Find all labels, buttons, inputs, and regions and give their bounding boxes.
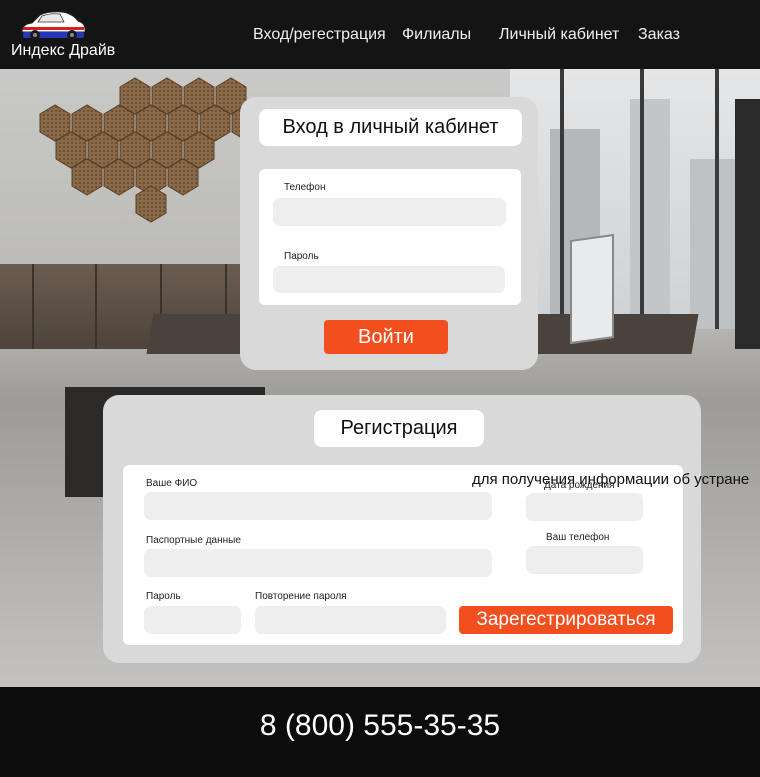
site-logo[interactable]: Индекс Драйв [10,6,120,64]
site-header: Индекс Драйв Вход/регестрация Филиалы Ли… [0,0,760,69]
passport-label: Паспортные данные [146,535,241,546]
reg-password-label: Пароль [146,591,181,602]
footer-phone[interactable]: 8 (800) 555-35-35 [0,709,760,743]
login-form-panel: Телефон Пароль [259,169,521,305]
login-phone-input[interactable] [273,198,506,226]
login-phone-label: Телефон [284,182,326,193]
registration-form-panel: Ваше ФИО Паспортные данные Пароль Повтор… [123,465,683,645]
repeat-password-input[interactable] [255,606,446,634]
registration-title: Регистрация [314,410,484,447]
login-password-input[interactable] [273,266,505,293]
nav-order[interactable]: Заказ [638,26,680,44]
repeat-password-label: Повторение пароля [255,591,347,602]
registration-card: Регистрация Ваше ФИО Паспортные данные П… [103,395,701,663]
nav-login-register[interactable]: Вход/регестрация [253,26,386,44]
reg-phone-label: Ваш телефон [546,532,610,543]
login-card: Вход в личный кабинет Телефон Пароль Вой… [240,97,538,370]
passport-input[interactable] [144,549,492,577]
fio-label: Ваше ФИО [146,478,198,489]
car-logo-icon [21,11,86,40]
nav-personal-account[interactable]: Личный кабинет [499,26,619,44]
site-footer: 8 (800) 555-35-35 [0,687,760,777]
nav-branches[interactable]: Филиалы [402,26,471,44]
fio-input[interactable] [144,492,492,520]
reg-password-input[interactable] [144,606,241,634]
register-submit-button[interactable]: Зарегестрироваться [459,606,673,634]
overflowing-info-text: для получения информации об устране [472,471,750,488]
login-submit-button[interactable]: Войти [324,320,448,354]
birth-date-input[interactable] [526,493,643,521]
reg-phone-input[interactable] [526,546,643,574]
login-password-label: Пароль [284,251,319,262]
logo-text: Индекс Драйв [11,42,116,59]
login-title: Вход в личный кабинет [259,109,522,146]
